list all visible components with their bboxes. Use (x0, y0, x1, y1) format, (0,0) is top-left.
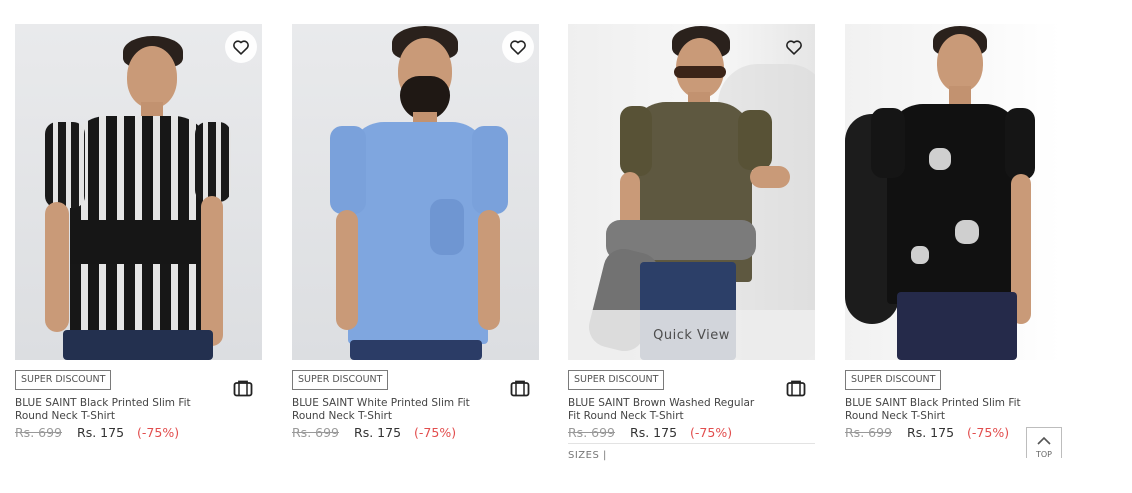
original-price: Rs. 699 (15, 425, 63, 440)
wishlist-button[interactable] (778, 31, 810, 63)
product-card[interactable]: SUPER DISCOUNT BLUE SAINT White Printed … (292, 24, 539, 464)
product-card[interactable]: Quick View SUPER DISCOUNT BLUE SAINT Bro… (568, 24, 815, 464)
print-motif (911, 246, 929, 264)
product-name[interactable]: BLUE SAINT Black Printed Slim Fit Round … (845, 397, 1035, 423)
scroll-to-top-button[interactable]: TOP (1026, 427, 1062, 459)
discount-percent: (-75%) (414, 425, 457, 440)
print-motif (929, 148, 951, 170)
sizes-label: SIZES | (568, 450, 607, 461)
product-name[interactable]: BLUE SAINT White Printed Slim Fit Round … (292, 397, 482, 423)
discount-percent: (-75%) (690, 425, 733, 440)
discount-percent: (-75%) (137, 425, 180, 440)
super-discount-badge: SUPER DISCOUNT (292, 370, 389, 390)
price-row: Rs. 699 Rs. 175 (-75%) (15, 425, 179, 440)
wishlist-button[interactable] (502, 31, 534, 63)
scroll-to-top-label: TOP (1035, 450, 1052, 459)
heart-icon (786, 40, 802, 55)
product-name[interactable]: BLUE SAINT Brown Washed Regular Fit Roun… (568, 397, 758, 423)
product-card[interactable]: SUPER DISCOUNT BLUE SAINT Black Printed … (15, 24, 262, 464)
super-discount-badge: SUPER DISCOUNT (845, 370, 942, 390)
product-name[interactable]: BLUE SAINT Black Printed Slim Fit Round … (15, 397, 205, 423)
product-image[interactable] (845, 24, 1061, 360)
price-row: Rs. 699 Rs. 175 (-75%) (292, 425, 456, 440)
original-price: Rs. 699 (845, 425, 893, 440)
discount-percent: (-75%) (967, 425, 1010, 440)
sale-price: Rs. 175 (907, 425, 955, 440)
chevron-up-icon (1037, 436, 1051, 445)
bag-icon[interactable] (233, 379, 253, 397)
product-image[interactable] (292, 24, 539, 360)
wishlist-button[interactable] (225, 31, 257, 63)
product-card[interactable]: SUPER DISCOUNT BLUE SAINT Black Printed … (845, 24, 1061, 464)
original-price: Rs. 699 (568, 425, 616, 440)
bag-icon[interactable] (786, 379, 806, 397)
super-discount-badge: SUPER DISCOUNT (15, 370, 112, 390)
print-motif (955, 220, 979, 244)
product-grid: SUPER DISCOUNT BLUE SAINT Black Printed … (15, 24, 1061, 464)
original-price: Rs. 699 (292, 425, 340, 440)
heart-icon (510, 40, 526, 55)
price-row: Rs. 699 Rs. 175 (-75%) (845, 425, 1009, 440)
sale-price: Rs. 175 (77, 425, 125, 440)
product-image[interactable] (15, 24, 262, 360)
divider (568, 443, 815, 444)
heart-icon (233, 40, 249, 55)
price-row: Rs. 699 Rs. 175 (-75%) (568, 425, 732, 440)
sale-price: Rs. 175 (354, 425, 402, 440)
super-discount-badge: SUPER DISCOUNT (568, 370, 665, 390)
quick-view-button[interactable]: Quick View (568, 310, 815, 360)
sale-price: Rs. 175 (630, 425, 678, 440)
product-image[interactable]: Quick View (568, 24, 815, 360)
bag-icon[interactable] (510, 379, 530, 397)
